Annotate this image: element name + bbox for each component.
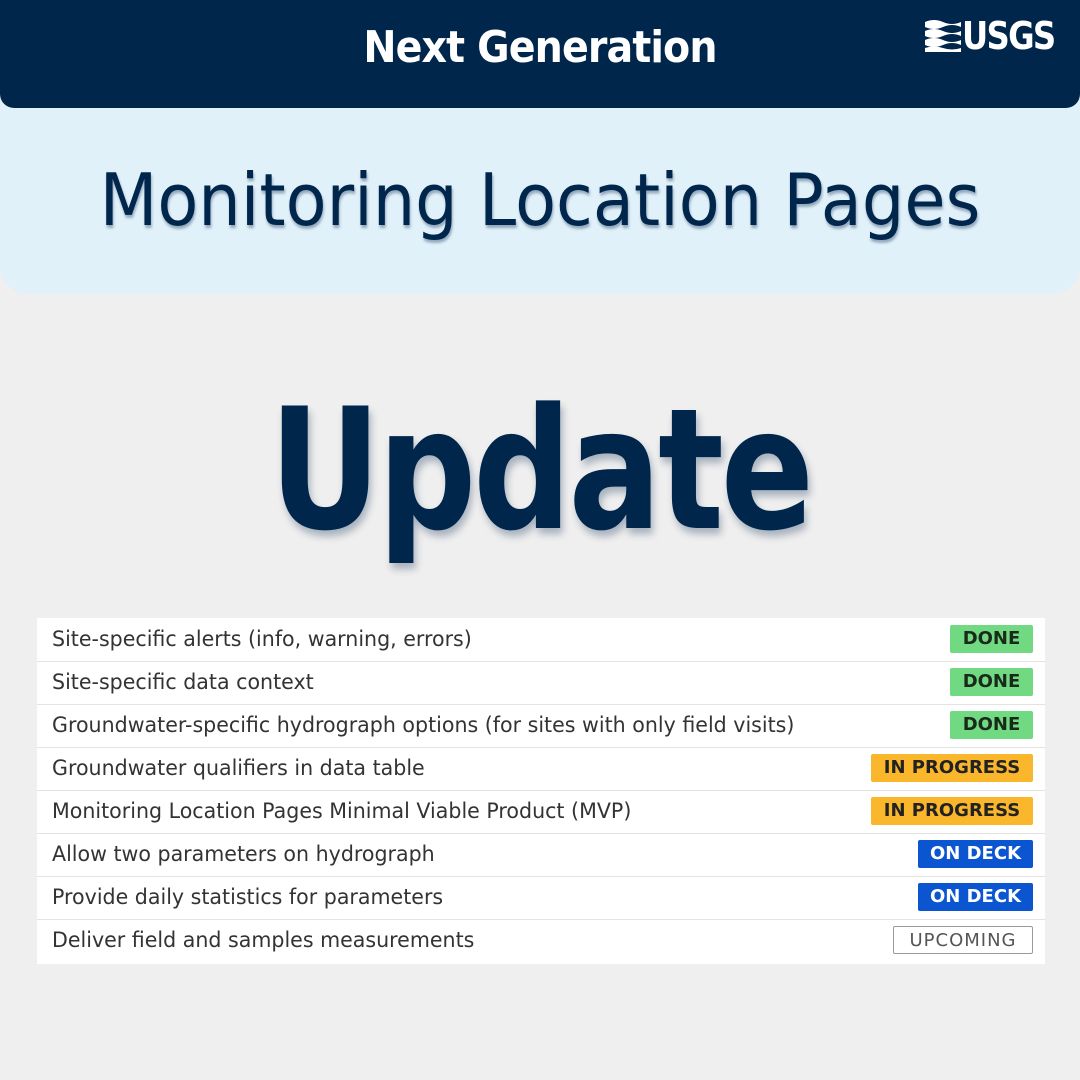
roadmap-row: Site-specific alerts (info, warning, err…	[37, 618, 1045, 662]
roadmap-item-label: Monitoring Location Pages Minimal Viable…	[52, 799, 632, 823]
roadmap-item-label: Site-specific data context	[52, 670, 314, 694]
status-badge-in-progress: IN PROGRESS	[871, 754, 1033, 782]
update-heading: Update	[269, 372, 814, 568]
roadmap-item-label: Site-specific alerts (info, warning, err…	[52, 627, 472, 651]
page-subtitle: Monitoring Location Pages	[99, 158, 981, 242]
header-bar: Next Generation USGS	[0, 0, 1080, 108]
status-badge-done: DONE	[950, 668, 1033, 696]
roadmap-row: Allow two parameters on hydrograph ON DE…	[37, 833, 1045, 877]
header-title: Next Generation	[363, 22, 717, 73]
status-badge-in-progress: IN PROGRESS	[871, 797, 1033, 825]
status-badge-on-deck: ON DECK	[918, 883, 1033, 911]
roadmap-table: Site-specific alerts (info, warning, err…	[37, 618, 1045, 964]
status-badge-done: DONE	[950, 711, 1033, 739]
usgs-logo-text: USGS	[962, 14, 1056, 58]
roadmap-row: Deliver field and samples measurements U…	[37, 919, 1045, 962]
status-badge-on-deck: ON DECK	[918, 840, 1033, 868]
roadmap-row: Monitoring Location Pages Minimal Viable…	[37, 790, 1045, 834]
usgs-waves-icon	[925, 20, 961, 52]
roadmap-row: Groundwater qualifiers in data table IN …	[37, 747, 1045, 791]
roadmap-item-label: Groundwater-specific hydrograph options …	[52, 713, 795, 737]
status-badge-upcoming: UPCOMING	[893, 926, 1033, 954]
status-badge-done: DONE	[950, 625, 1033, 653]
roadmap-item-label: Provide daily statistics for parameters	[52, 885, 444, 909]
roadmap-row: Groundwater-specific hydrograph options …	[37, 704, 1045, 748]
roadmap-item-label: Groundwater qualifiers in data table	[52, 756, 425, 780]
usgs-logo: USGS	[924, 14, 1069, 58]
roadmap-row: Site-specific data context DONE	[37, 661, 1045, 705]
roadmap-item-label: Allow two parameters on hydrograph	[52, 842, 435, 866]
roadmap-item-label: Deliver field and samples measurements	[52, 928, 475, 952]
roadmap-row: Provide daily statistics for parameters …	[37, 876, 1045, 920]
